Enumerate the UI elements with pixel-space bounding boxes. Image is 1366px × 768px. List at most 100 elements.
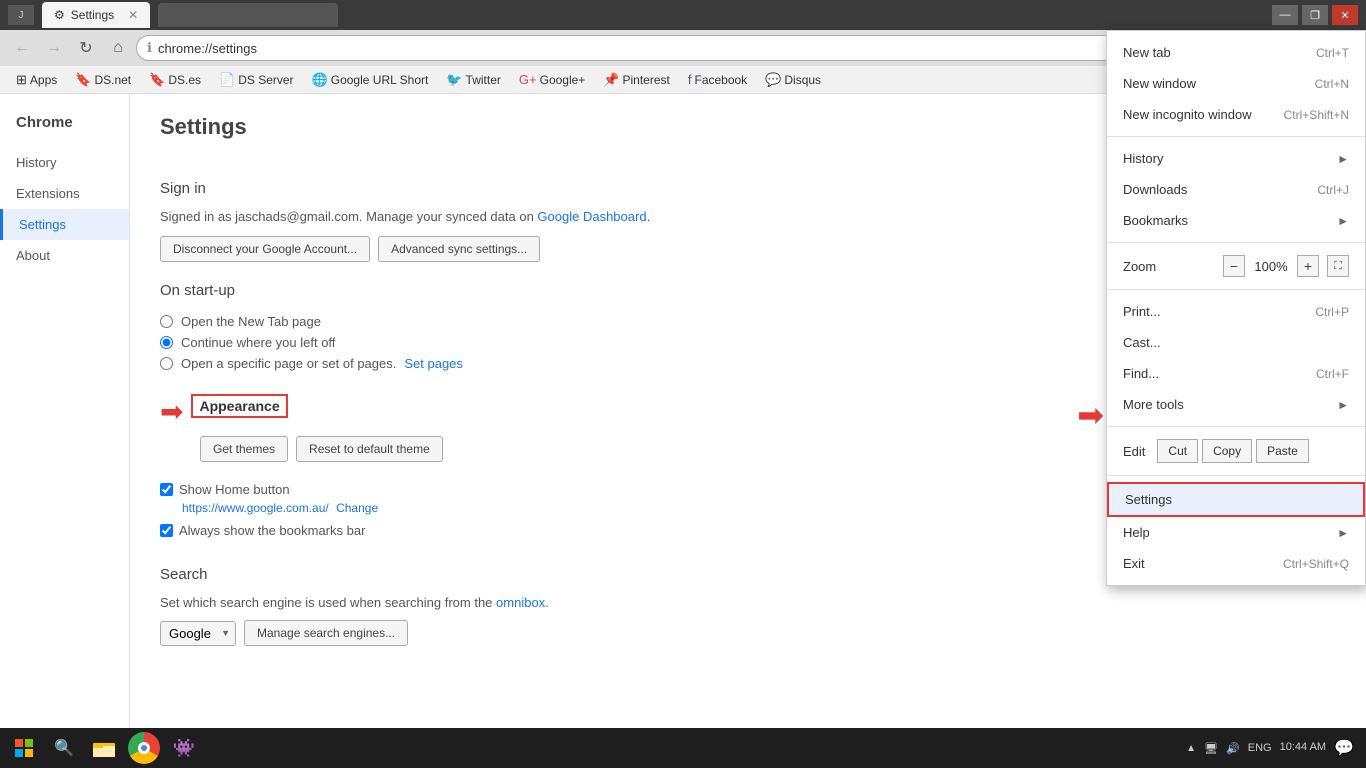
reload-button[interactable]: ↻ xyxy=(72,34,100,62)
bookmark-google-url[interactable]: 🌐 Google URL Short xyxy=(304,70,437,90)
dropdown-new-incognito[interactable]: New incognito window Ctrl+Shift+N xyxy=(1107,99,1365,130)
home-url-link[interactable]: https://www.google.com.au/ xyxy=(182,501,329,515)
zoom-minus-button[interactable]: − xyxy=(1223,255,1245,277)
dropdown-print[interactable]: Print... Ctrl+P xyxy=(1107,296,1365,327)
chrome-inner-circle xyxy=(138,742,150,754)
home-change-link[interactable]: Change xyxy=(336,501,378,515)
sidebar-item-extensions[interactable]: Extensions xyxy=(0,178,129,209)
bookmark-disqus-label: Disqus xyxy=(784,73,821,87)
start-button[interactable] xyxy=(4,728,44,768)
more-tools-label: More tools xyxy=(1123,397,1184,412)
new-tab-shortcut: Ctrl+T xyxy=(1316,46,1349,60)
bookmark-facebook-label: Facebook xyxy=(694,73,747,87)
find-shortcut: Ctrl+F xyxy=(1316,367,1349,381)
bookmark-twitter-label: Twitter xyxy=(466,73,501,87)
reset-theme-button[interactable]: Reset to default theme xyxy=(296,436,443,462)
zoom-plus-button[interactable]: + xyxy=(1297,255,1319,277)
advanced-sync-button[interactable]: Advanced sync settings... xyxy=(378,236,540,262)
downloads-label: Downloads xyxy=(1123,182,1187,197)
startup-newtab-label: Open the New Tab page xyxy=(181,314,321,329)
search-engine-select[interactable]: Google xyxy=(160,621,236,646)
bookmark-dses[interactable]: 🔖 DS.es xyxy=(141,70,209,90)
bookmarks-label: Bookmarks xyxy=(1123,213,1188,228)
home-button[interactable]: ⌂ xyxy=(104,34,132,62)
dropdown-menu: New tab Ctrl+T New window Ctrl+N New inc… xyxy=(1106,30,1366,586)
back-button[interactable]: ← xyxy=(8,34,36,62)
maximize-button[interactable]: ❐ xyxy=(1302,5,1328,25)
startup-specific-radio[interactable] xyxy=(160,357,173,370)
paste-button[interactable]: Paste xyxy=(1256,439,1309,463)
bookmark-googleplus[interactable]: G+ Google+ xyxy=(511,70,593,89)
sidebar-item-history[interactable]: History xyxy=(0,147,129,178)
lock-icon: ℹ xyxy=(147,40,152,56)
tab-close-icon[interactable]: ✕ xyxy=(128,8,138,22)
settings-gear-icon: ⚙ xyxy=(54,8,65,22)
bookmark-disqus[interactable]: 💬 Disqus xyxy=(757,70,829,90)
dropdown-more-tools[interactable]: More tools ► xyxy=(1107,389,1365,420)
sidebar-item-about[interactable]: About xyxy=(0,240,129,271)
settings-title: Settings xyxy=(160,114,247,140)
show-home-checkbox[interactable] xyxy=(160,483,173,496)
new-tab-label: New tab xyxy=(1123,45,1171,60)
bookmark-pinterest-label: Pinterest xyxy=(623,73,670,87)
inactive-tab[interactable] xyxy=(158,3,338,27)
manage-search-engines-button[interactable]: Manage search engines... xyxy=(244,620,408,646)
taskbar-sound-icon: 🔊 xyxy=(1226,742,1240,755)
bookmark-pinterest[interactable]: 📌 Pinterest xyxy=(595,70,678,90)
address-bar[interactable]: ℹ chrome://settings xyxy=(136,35,1116,61)
dropdown-help[interactable]: Help ► xyxy=(1107,517,1365,548)
dropdown-settings[interactable]: Settings xyxy=(1107,482,1365,517)
dropdown-new-window[interactable]: New window Ctrl+N xyxy=(1107,68,1365,99)
downloads-shortcut: Ctrl+J xyxy=(1317,183,1349,197)
disconnect-account-button[interactable]: Disconnect your Google Account... xyxy=(160,236,370,262)
dropdown-downloads[interactable]: Downloads Ctrl+J xyxy=(1107,174,1365,205)
sidebar-item-settings[interactable]: Settings xyxy=(0,209,129,240)
taskbar-file-explorer[interactable] xyxy=(84,728,124,768)
forward-button[interactable]: → xyxy=(40,34,68,62)
bookmark-dsserver[interactable]: 📄 DS Server xyxy=(211,70,302,90)
taskbar-lang: ENG xyxy=(1248,742,1272,754)
exit-label: Exit xyxy=(1123,556,1145,571)
edit-label: Edit xyxy=(1123,444,1145,459)
startup-specific-label: Open a specific page or set of pages. xyxy=(181,356,396,371)
startup-newtab-radio[interactable] xyxy=(160,315,173,328)
google-dashboard-link[interactable]: Google Dashboard xyxy=(537,209,646,224)
copy-button[interactable]: Copy xyxy=(1202,439,1252,463)
new-window-shortcut: Ctrl+N xyxy=(1315,77,1349,91)
bookmark-apps-label: Apps xyxy=(30,73,57,87)
omnibox-link[interactable]: omnibox. xyxy=(496,595,549,610)
startup-continue-radio[interactable] xyxy=(160,336,173,349)
sidebar-extensions-label: Extensions xyxy=(16,186,80,201)
file-explorer-icon xyxy=(93,739,115,757)
bookmark-facebook[interactable]: f Facebook xyxy=(680,70,755,89)
twitter-icon: 🐦 xyxy=(446,72,462,88)
set-pages-link[interactable]: Set pages xyxy=(404,356,463,371)
taskbar-chrome[interactable] xyxy=(124,728,164,768)
chrome-taskbar-icon xyxy=(128,732,160,764)
dropdown-cast[interactable]: Cast... xyxy=(1107,327,1365,358)
taskbar-time: 10:44 AM xyxy=(1280,740,1326,755)
zoom-value: 100% xyxy=(1253,259,1289,274)
bookmark-twitter[interactable]: 🐦 Twitter xyxy=(438,70,509,90)
cut-button[interactable]: Cut xyxy=(1157,439,1198,463)
url-input[interactable]: chrome://settings xyxy=(158,41,1105,56)
bookmarks-bar-checkbox[interactable] xyxy=(160,524,173,537)
help-arrow-icon: ► xyxy=(1337,526,1349,540)
dropdown-find[interactable]: Find... Ctrl+F xyxy=(1107,358,1365,389)
taskbar-search-button[interactable]: 🔍 xyxy=(44,728,84,768)
bookmark-dsnet[interactable]: 🔖 DS.net xyxy=(67,70,139,90)
taskbar-app-icon[interactable]: 👾 xyxy=(164,728,204,768)
dropdown-new-tab[interactable]: New tab Ctrl+T xyxy=(1107,37,1365,68)
get-themes-button[interactable]: Get themes xyxy=(200,436,288,462)
close-button[interactable]: ✕ xyxy=(1332,5,1358,25)
dsnet-icon: 🔖 xyxy=(75,72,91,88)
dropdown-history[interactable]: History ► xyxy=(1107,143,1365,174)
dropdown-bookmarks[interactable]: Bookmarks ► xyxy=(1107,205,1365,236)
dropdown-exit[interactable]: Exit Ctrl+Shift+Q xyxy=(1107,548,1365,579)
user-avatar: J xyxy=(8,5,34,25)
active-tab[interactable]: ⚙ Settings ✕ xyxy=(42,2,150,28)
minimize-button[interactable]: — xyxy=(1272,5,1298,25)
dropdown-section-nav: History ► Downloads Ctrl+J Bookmarks ► xyxy=(1107,137,1365,243)
bookmark-apps[interactable]: ⊞ Apps xyxy=(8,70,65,90)
fullscreen-button[interactable]: ⛶ xyxy=(1327,255,1349,277)
